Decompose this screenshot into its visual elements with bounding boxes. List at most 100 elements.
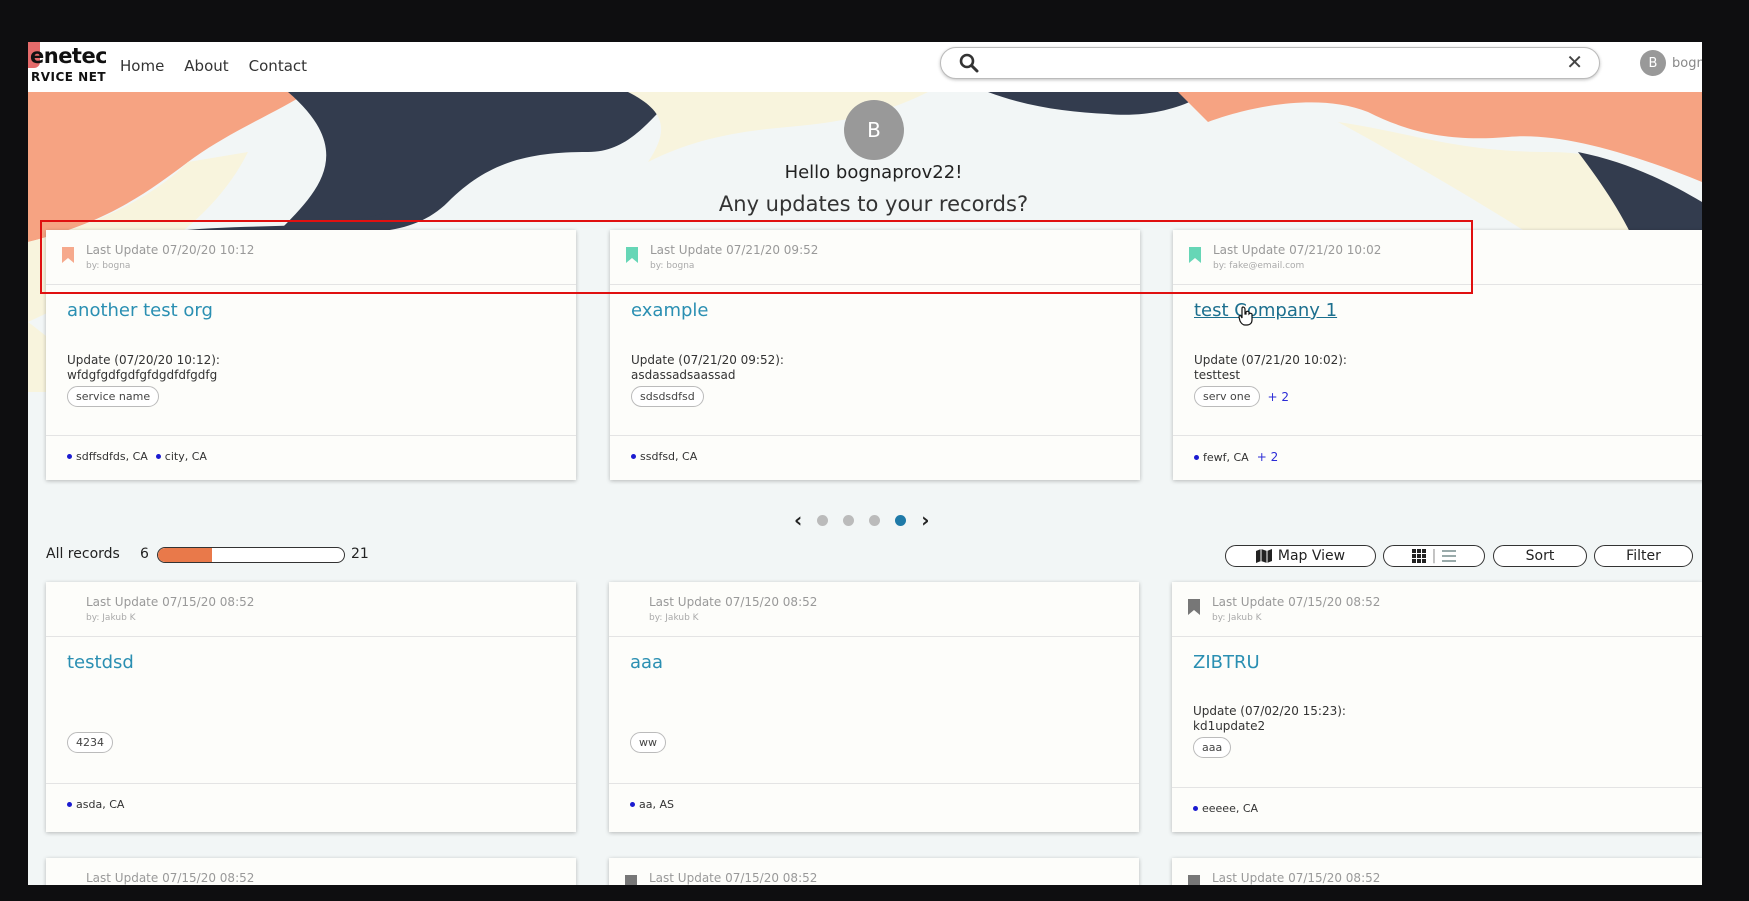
view-toggle[interactable]: | bbox=[1383, 545, 1485, 567]
sort-button[interactable]: Sort bbox=[1493, 545, 1587, 567]
last-update: Last Update 07/15/20 08:52 bbox=[86, 871, 255, 885]
updated-by: by: bogna bbox=[650, 261, 695, 271]
all-records-label: All records bbox=[46, 546, 120, 562]
last-update: Last Update 07/15/20 08:52 bbox=[1212, 871, 1381, 885]
update-label: Update (07/20/20 10:12): bbox=[67, 353, 220, 367]
service-tags: sdsdsdfsd bbox=[631, 386, 704, 407]
bookmark-icon[interactable] bbox=[625, 875, 637, 885]
card-header: Last Update 07/21/20 10:02 by: fake@emai… bbox=[1173, 230, 1702, 285]
carousel-pager: ‹ › bbox=[794, 508, 930, 532]
update-label: Update (07/02/20 15:23): bbox=[1193, 704, 1346, 718]
card-header: Last Update 07/21/20 09:52 by: bogna bbox=[610, 230, 1140, 285]
service-tags: 4234 bbox=[67, 732, 113, 753]
card-header: Last Update 07/15/20 08:52 by: Jakub K bbox=[46, 582, 576, 637]
last-update: Last Update 07/21/20 10:02 bbox=[1213, 243, 1382, 257]
map-view-label: Map View bbox=[1277, 548, 1346, 564]
updated-by: by: bogna bbox=[86, 261, 131, 271]
service-tags: service name bbox=[67, 386, 160, 407]
location-item: ssdfsd, CA bbox=[631, 450, 697, 463]
last-update: Last Update 07/15/20 08:52 bbox=[649, 595, 818, 609]
main-nav: Home About Contact bbox=[120, 57, 307, 75]
locations: aa, AS bbox=[630, 798, 674, 811]
recent-card[interactable]: Last Update 07/20/20 10:12 by: bogna ano… bbox=[46, 230, 576, 480]
map-icon bbox=[1255, 549, 1272, 563]
hero-subtitle: Any updates to your records? bbox=[718, 192, 1029, 216]
user-menu[interactable]: B bogn bbox=[1640, 50, 1702, 76]
record-title[interactable]: aaa bbox=[630, 652, 663, 673]
pager-dot[interactable] bbox=[817, 514, 829, 526]
service-tag[interactable]: 4234 bbox=[67, 732, 113, 753]
greeting: Hello bognaprov22! bbox=[784, 162, 963, 183]
updated-by: by: Jakub K bbox=[649, 613, 699, 623]
record-card[interactable]: Last Update 07/15/20 08:52 by: Jakub K Z… bbox=[1172, 582, 1702, 832]
more-tags-link[interactable]: + 2 bbox=[1268, 390, 1290, 404]
pager-dot-active[interactable] bbox=[895, 514, 907, 526]
map-view-button[interactable]: Map View bbox=[1225, 545, 1376, 567]
locations: eeeee, CA bbox=[1193, 802, 1258, 815]
logo[interactable]: enetech RVICE NET bbox=[28, 42, 106, 92]
hand-cursor-icon bbox=[1238, 306, 1253, 326]
last-update: Last Update 07/20/20 10:12 bbox=[86, 243, 255, 257]
logo-line2: RVICE NET bbox=[31, 70, 106, 84]
location-dot bbox=[1193, 806, 1198, 811]
prev-arrow-icon[interactable]: ‹ bbox=[794, 508, 802, 532]
location-dot bbox=[631, 454, 636, 459]
nav-contact[interactable]: Contact bbox=[249, 57, 307, 75]
record-title[interactable]: test Company 1 bbox=[1194, 300, 1337, 321]
clear-search-icon[interactable]: ✕ bbox=[1566, 50, 1583, 74]
card-footer: ssdfsd, CA bbox=[610, 435, 1140, 480]
update-label: Update (07/21/20 09:52): bbox=[631, 353, 784, 367]
update-label: Update (07/21/20 10:02): bbox=[1194, 353, 1347, 367]
update-text: wfdgfgdfgdfgfdgdfdfgdfg bbox=[67, 368, 218, 382]
service-tags: aaa bbox=[1193, 737, 1232, 758]
record-card[interactable]: Last Update 07/15/20 08:52 by: Jakub K a… bbox=[609, 582, 1139, 832]
records-shown-count: 6 bbox=[140, 546, 149, 562]
updated-by: by: Jakub K bbox=[1212, 613, 1262, 623]
locations: asda, CA bbox=[67, 798, 124, 811]
pager-dot[interactable] bbox=[843, 514, 855, 526]
pager-dot[interactable] bbox=[869, 514, 881, 526]
service-tag[interactable]: ww bbox=[630, 732, 666, 753]
bookmark-icon[interactable] bbox=[62, 247, 74, 263]
more-locations-link[interactable]: + 2 bbox=[1257, 450, 1279, 464]
search-icon[interactable] bbox=[959, 53, 979, 77]
record-card[interactable]: Last Update 07/15/20 08:52 bbox=[1172, 858, 1702, 885]
location-dot bbox=[67, 454, 72, 459]
nav-about[interactable]: About bbox=[184, 57, 228, 75]
card-footer: sdffsdfds, CA city, CA bbox=[46, 435, 576, 480]
record-title[interactable]: ZIBTRU bbox=[1193, 652, 1260, 673]
recent-card[interactable]: Last Update 07/21/20 10:02 by: fake@emai… bbox=[1173, 230, 1702, 480]
record-card[interactable]: Last Update 07/15/20 08:52 bbox=[609, 858, 1139, 885]
service-tag[interactable]: serv one bbox=[1194, 386, 1260, 407]
update-text: kd1update2 bbox=[1193, 719, 1266, 733]
service-tag[interactable]: aaa bbox=[1193, 737, 1232, 758]
next-arrow-icon[interactable]: › bbox=[921, 508, 929, 532]
records-progress-bar bbox=[157, 547, 345, 563]
service-tags: ww bbox=[630, 732, 666, 753]
service-tag[interactable]: sdsdsdfsd bbox=[631, 386, 704, 407]
record-title[interactable]: testdsd bbox=[67, 652, 134, 673]
card-footer: asda, CA bbox=[46, 783, 576, 832]
grid-icon[interactable] bbox=[1411, 549, 1426, 563]
bookmark-icon[interactable] bbox=[626, 247, 638, 263]
nav-home[interactable]: Home bbox=[120, 57, 164, 75]
record-title[interactable]: example bbox=[631, 300, 708, 321]
list-icon[interactable] bbox=[1442, 550, 1457, 562]
search-input[interactable] bbox=[991, 52, 1555, 76]
bookmark-icon[interactable] bbox=[1188, 875, 1200, 885]
location-dot bbox=[1194, 454, 1199, 460]
record-card[interactable]: Last Update 07/15/20 08:52 bbox=[46, 858, 576, 885]
bookmark-icon[interactable] bbox=[1189, 247, 1201, 263]
updated-by: by: fake@email.com bbox=[1213, 261, 1305, 271]
recent-card[interactable]: Last Update 07/21/20 09:52 by: bogna exa… bbox=[610, 230, 1140, 480]
filter-button[interactable]: Filter bbox=[1594, 545, 1693, 567]
record-title[interactable]: another test org bbox=[67, 300, 213, 321]
record-card[interactable]: Last Update 07/15/20 08:52 by: Jakub K t… bbox=[46, 582, 576, 832]
card-header: Last Update 07/15/20 08:52 by: Jakub K bbox=[1172, 582, 1702, 637]
service-tag[interactable]: service name bbox=[67, 386, 160, 407]
last-update: Last Update 07/21/20 09:52 bbox=[650, 243, 819, 257]
location-item: eeeee, CA bbox=[1193, 802, 1258, 815]
bookmark-icon[interactable] bbox=[1188, 599, 1200, 615]
location-item: asda, CA bbox=[67, 798, 124, 811]
logo-line1: enetech bbox=[30, 44, 106, 68]
